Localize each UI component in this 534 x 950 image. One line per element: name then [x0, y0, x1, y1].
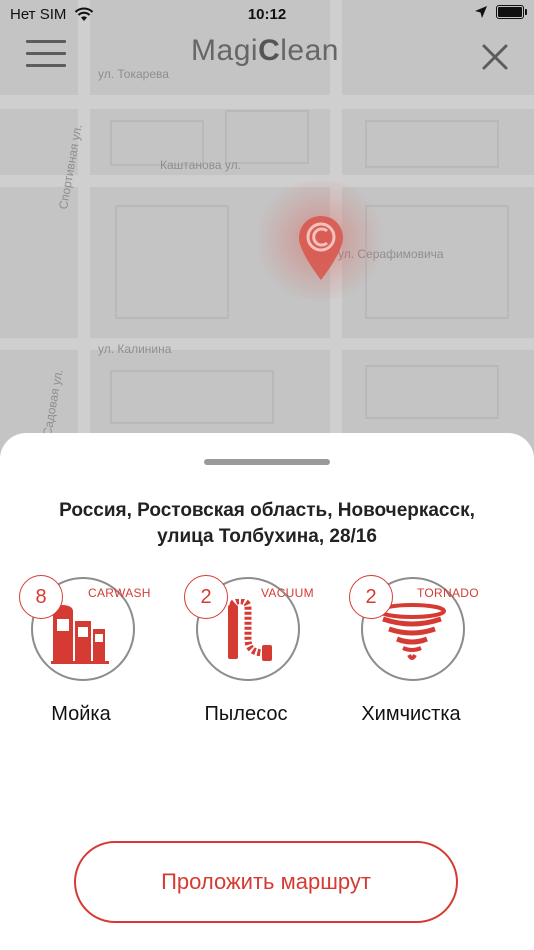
service-label: Пылесос	[204, 703, 288, 725]
hamburger-icon	[26, 64, 66, 67]
hamburger-icon	[26, 52, 66, 55]
service-carwash[interactable]: 8 CARWASH Мойка	[11, 575, 161, 735]
service-tornado[interactable]: 2 TORNADO Химчистка	[341, 575, 491, 735]
service-tag: VACUUM	[261, 586, 314, 600]
service-count: 2	[349, 575, 393, 619]
street-label: ул. Токарева	[98, 67, 169, 81]
logo-text-end: lean	[280, 34, 339, 67]
street-label: ул. Калинина	[98, 342, 172, 356]
battery-icon	[496, 5, 527, 19]
logo-text-start: Magi	[191, 34, 259, 67]
app-logo: MagiClean	[150, 34, 380, 68]
sheet-handle[interactable]	[204, 459, 330, 465]
close-icon[interactable]	[480, 42, 510, 72]
map-block	[365, 120, 499, 168]
service-vacuum[interactable]: 2 VACUUM Пылесос	[176, 575, 326, 735]
vacuum-icon	[228, 599, 272, 661]
map-block	[365, 365, 499, 419]
street-label: Каштанова ул.	[160, 158, 241, 172]
tornado-icon	[378, 603, 446, 660]
station-address: Россия, Ростовская область, Новочеркасск…	[0, 498, 534, 550]
build-route-button[interactable]: Проложить маршрут	[74, 841, 458, 923]
logo-text-c: C	[258, 34, 281, 67]
hamburger-icon	[26, 40, 66, 43]
service-tag: TORNADO	[417, 586, 479, 600]
status-bar: Нет SIM 10:12	[0, 0, 534, 30]
location-pin-icon[interactable]	[296, 214, 346, 284]
clock: 10:12	[247, 6, 287, 23]
map-block	[110, 370, 274, 424]
menu-button[interactable]	[26, 40, 66, 70]
map-block	[115, 205, 229, 319]
service-tag: CARWASH	[88, 586, 151, 600]
service-count: 2	[184, 575, 228, 619]
street-label: Садовая ул.	[40, 368, 66, 438]
service-label: Мойка	[51, 703, 111, 725]
service-count: 8	[19, 575, 63, 619]
carwash-icon	[51, 605, 109, 664]
location-arrow-icon	[475, 6, 487, 18]
address-line-2: улица Толбухина, 28/16	[157, 526, 377, 547]
bottom-sheet: Россия, Ростовская область, Новочеркасск…	[0, 433, 534, 950]
map-block	[225, 110, 309, 164]
address-line-1: Россия, Ростовская область, Новочеркасск…	[59, 500, 475, 521]
service-label: Химчистка	[361, 703, 461, 725]
